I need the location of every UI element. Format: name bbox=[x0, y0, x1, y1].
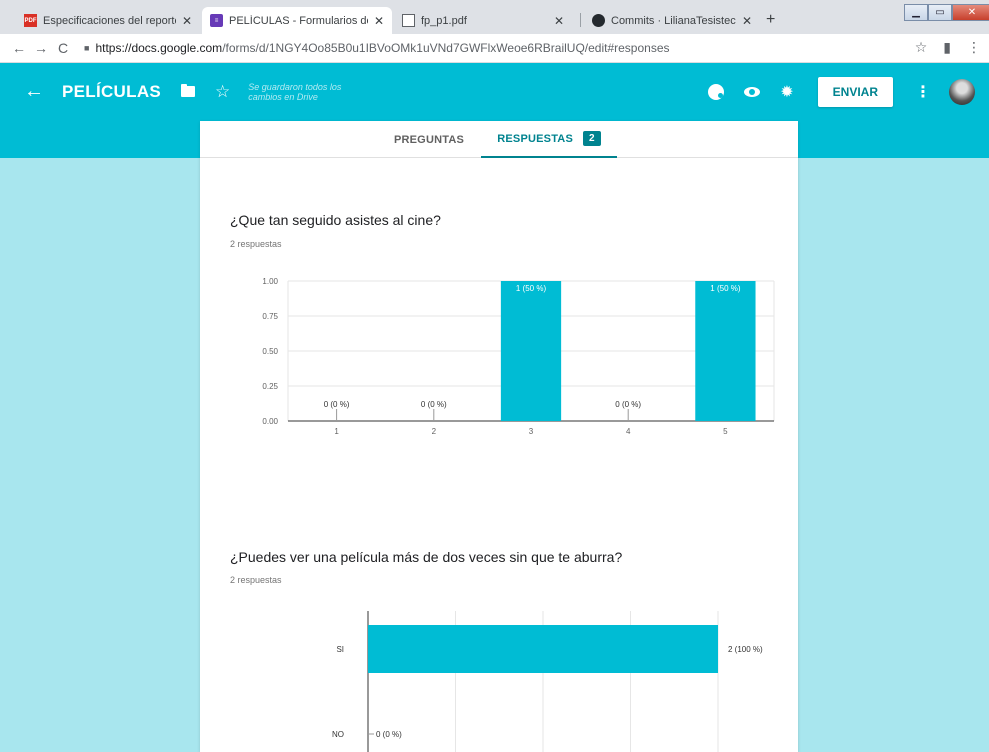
chart-rewatch: SI 2 (100 %) NO 0 (0 %) bbox=[332, 611, 763, 752]
reload-icon[interactable]: C bbox=[52, 40, 74, 56]
browser-tab-especificaciones[interactable]: PDF Especificaciones del reporte de la ✕ bbox=[16, 7, 200, 34]
bar-data-label: 0 (0 %) bbox=[421, 400, 447, 409]
responses-card: PREGUNTAS RESPUESTAS 2 ¿Que tan seguido … bbox=[200, 121, 798, 752]
url-field[interactable]: ■ https://docs.google.com/forms/d/1NGY4O… bbox=[84, 41, 670, 55]
response-count: 2 respuestas bbox=[230, 239, 282, 249]
browser-tab-strip: PDF Especificaciones del reporte de la ✕… bbox=[0, 0, 989, 34]
form-tabs: PREGUNTAS RESPUESTAS 2 bbox=[200, 121, 798, 158]
x-tick-label: 1 bbox=[334, 427, 339, 436]
tab-title: PELÍCULAS - Formularios de Goo bbox=[229, 14, 368, 27]
lock-icon: ■ bbox=[84, 43, 90, 53]
tab-responses-label: RESPUESTAS bbox=[497, 132, 573, 145]
save-status: Se guardaron todos los cambios en Drive bbox=[248, 81, 342, 102]
y-tick-label: 1.00 bbox=[262, 277, 278, 286]
tab-responses[interactable]: RESPUESTAS 2 bbox=[481, 121, 617, 158]
form-title: PELÍCULAS bbox=[62, 81, 162, 101]
url-path: /forms/d/1NGY4Oo85B0u1IBVoOMk1uVNd7GWFlx… bbox=[222, 41, 670, 55]
tab-title: fp_p1.pdf bbox=[421, 14, 467, 27]
pdf-icon: PDF bbox=[24, 14, 37, 27]
address-bar: ← → C ■ https://docs.google.com/forms/d/… bbox=[0, 34, 989, 63]
bar bbox=[368, 625, 718, 673]
x-tick-label: 4 bbox=[626, 427, 631, 436]
close-tab-icon[interactable]: ✕ bbox=[742, 14, 752, 28]
x-tick-label: 3 bbox=[529, 427, 534, 436]
browser-menu-icon[interactable]: ⋮ bbox=[967, 39, 981, 56]
bar-data-label: 0 (0 %) bbox=[615, 400, 641, 409]
bar-data-label: 0 (0 %) bbox=[324, 400, 350, 409]
minimize-icon[interactable]: ▁ bbox=[904, 4, 928, 21]
tab-questions[interactable]: PREGUNTAS bbox=[384, 121, 474, 158]
browser-tab-peliculas[interactable]: ≡ PELÍCULAS - Formularios de Goo ✕ bbox=[202, 7, 392, 34]
bookmark-star-icon[interactable]: ☆ bbox=[915, 39, 928, 56]
y-tick-label: 0.50 bbox=[262, 347, 278, 356]
folder-icon[interactable] bbox=[181, 84, 196, 97]
back-arrow-icon[interactable]: ← bbox=[8, 40, 30, 56]
forward-arrow-icon[interactable]: → bbox=[30, 40, 52, 56]
bar-data-label: 1 (50 %) bbox=[516, 284, 547, 293]
forms-icon: ≡ bbox=[210, 14, 223, 27]
palette-icon[interactable] bbox=[708, 83, 725, 100]
question-title: ¿Puedes ver una película más de dos vece… bbox=[230, 549, 623, 565]
new-tab-button[interactable]: + bbox=[766, 11, 775, 29]
tab-title: Commits · LilianaTesisteco/Repo bbox=[611, 14, 736, 27]
y-tick-label: SI bbox=[336, 645, 344, 654]
bar-data-label: 1 (50 %) bbox=[710, 284, 741, 293]
bar-data-label: 0 (0 %) bbox=[376, 730, 402, 739]
y-tick-label: 0.75 bbox=[262, 312, 278, 321]
y-tick-label: 0.25 bbox=[262, 382, 278, 391]
responses-count-badge: 2 bbox=[583, 131, 601, 146]
back-icon[interactable]: ← bbox=[24, 80, 44, 103]
tab-divider bbox=[580, 13, 581, 27]
close-tab-icon[interactable]: ✕ bbox=[182, 14, 192, 28]
url-host: https://docs.google.com bbox=[95, 41, 223, 55]
extension-icon[interactable]: ▮ bbox=[943, 39, 951, 56]
avatar[interactable] bbox=[949, 78, 975, 105]
send-button[interactable]: ENVIAR bbox=[817, 76, 893, 107]
close-tab-icon[interactable]: ✕ bbox=[554, 14, 564, 28]
window-controls: ▁ ▭ ✕ bbox=[904, 4, 989, 24]
settings-gear-icon[interactable]: ✹ bbox=[780, 82, 793, 102]
star-icon[interactable]: ☆ bbox=[215, 82, 230, 102]
browser-tab-fp-pdf[interactable]: fp_p1.pdf ✕ bbox=[394, 7, 572, 34]
more-options-icon[interactable]: ⋮ bbox=[915, 82, 931, 102]
browser-tab-commits[interactable]: Commits · LilianaTesisteco/Repo ✕ bbox=[584, 7, 760, 34]
window-close-icon[interactable]: ✕ bbox=[952, 4, 989, 21]
github-icon bbox=[592, 14, 605, 27]
question-title: ¿Que tan seguido asistes al cine? bbox=[230, 212, 441, 228]
x-tick-label: 5 bbox=[723, 427, 728, 436]
tab-title: Especificaciones del reporte de la bbox=[43, 14, 176, 27]
close-tab-icon[interactable]: ✕ bbox=[374, 14, 384, 28]
chart-frequency: 0.00 0.25 0.50 0.75 1.00 0 (0 %) 1 0 (0 %) 2 1 (5… bbox=[262, 277, 775, 436]
y-tick-label: NO bbox=[332, 730, 344, 739]
bar bbox=[695, 281, 756, 421]
bar-data-label: 2 (100 %) bbox=[728, 645, 763, 654]
tab-questions-label: PREGUNTAS bbox=[393, 133, 465, 146]
preview-eye-icon[interactable] bbox=[744, 86, 761, 97]
bar bbox=[500, 281, 562, 421]
y-tick-label: 0.00 bbox=[262, 417, 278, 426]
document-icon bbox=[402, 14, 415, 27]
maximize-icon[interactable]: ▭ bbox=[928, 4, 952, 21]
response-count: 2 respuestas bbox=[230, 575, 282, 585]
x-tick-label: 2 bbox=[432, 427, 437, 436]
